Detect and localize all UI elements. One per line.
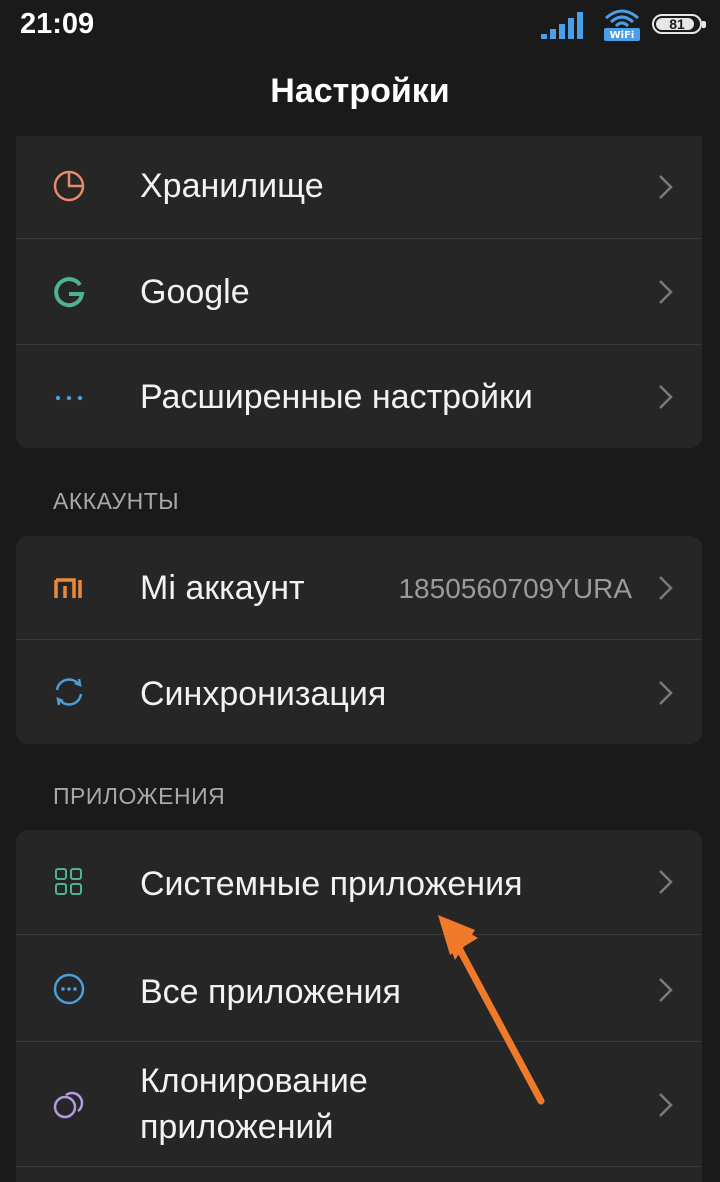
settings-item-mi-account[interactable]: Mi аккаунт 1850560709YURA [16, 536, 702, 639]
mi-account-id: 1850560709YURA [398, 573, 632, 604]
chevron-right-icon [659, 978, 673, 1002]
settings-group-apps: Системные приложения Все приложения Клон… [16, 830, 702, 1182]
settings-item-label: Google [140, 273, 250, 311]
settings-item-sync[interactable]: Синхронизация [16, 640, 702, 744]
section-header-accounts: АККАУНТЫ [53, 488, 180, 514]
settings-item-label: Mi аккаунт [140, 569, 305, 607]
settings-item-dual-apps[interactable]: Клонирование приложений [16, 1042, 702, 1166]
mi-logo-icon [54, 578, 82, 598]
settings-item-system-apps[interactable]: Системные приложения [16, 830, 702, 934]
settings-item-label: Все приложения [140, 973, 401, 1011]
battery-icon: 81 [652, 14, 706, 34]
clone-circles-icon [53, 1091, 84, 1119]
grid-apps-icon [55, 868, 82, 895]
settings-item-label-line1: Клонирование [140, 1062, 368, 1100]
settings-item-google[interactable]: Google [16, 239, 702, 343]
chevron-right-icon [659, 385, 673, 409]
circle-dots-icon [53, 973, 85, 1005]
chevron-right-icon [659, 576, 673, 600]
settings-item-advanced[interactable]: Расширенные настройки [16, 345, 702, 448]
chevron-right-icon [659, 681, 673, 705]
divider [16, 1166, 702, 1167]
more-dots-icon [55, 395, 83, 401]
settings-item-all-apps[interactable]: Все приложения [16, 935, 702, 1041]
settings-group-general: Хранилище Google Расширенные настройки [16, 136, 702, 448]
google-g-icon [54, 277, 85, 308]
sync-icon [55, 678, 83, 706]
settings-item-label: Синхронизация [140, 675, 387, 713]
settings-item-label: Системные приложения [140, 865, 523, 903]
status-bar: 21:09 WiFi 81 [0, 0, 720, 52]
wifi-label: WiFi [610, 30, 635, 41]
storage-pie-icon [53, 170, 85, 202]
battery-level: 81 [669, 16, 685, 32]
chevron-right-icon [659, 1093, 673, 1117]
chevron-right-icon [659, 175, 673, 199]
settings-item-storage[interactable]: Хранилище [16, 136, 702, 238]
signal-strength-icon [541, 12, 583, 39]
settings-item-label-line2: приложений [140, 1108, 334, 1146]
settings-item-label: Хранилище [140, 167, 324, 205]
section-header-apps: ПРИЛОЖЕНИЯ [53, 783, 226, 809]
settings-item-label: Расширенные настройки [140, 378, 533, 416]
chevron-right-icon [659, 870, 673, 894]
wifi-icon: WiFi [604, 9, 640, 41]
page-title: Настройки [270, 72, 450, 110]
chevron-right-icon [659, 280, 673, 304]
status-time: 21:09 [20, 8, 95, 40]
settings-group-accounts: Mi аккаунт 1850560709YURA Синхронизация [16, 536, 702, 744]
